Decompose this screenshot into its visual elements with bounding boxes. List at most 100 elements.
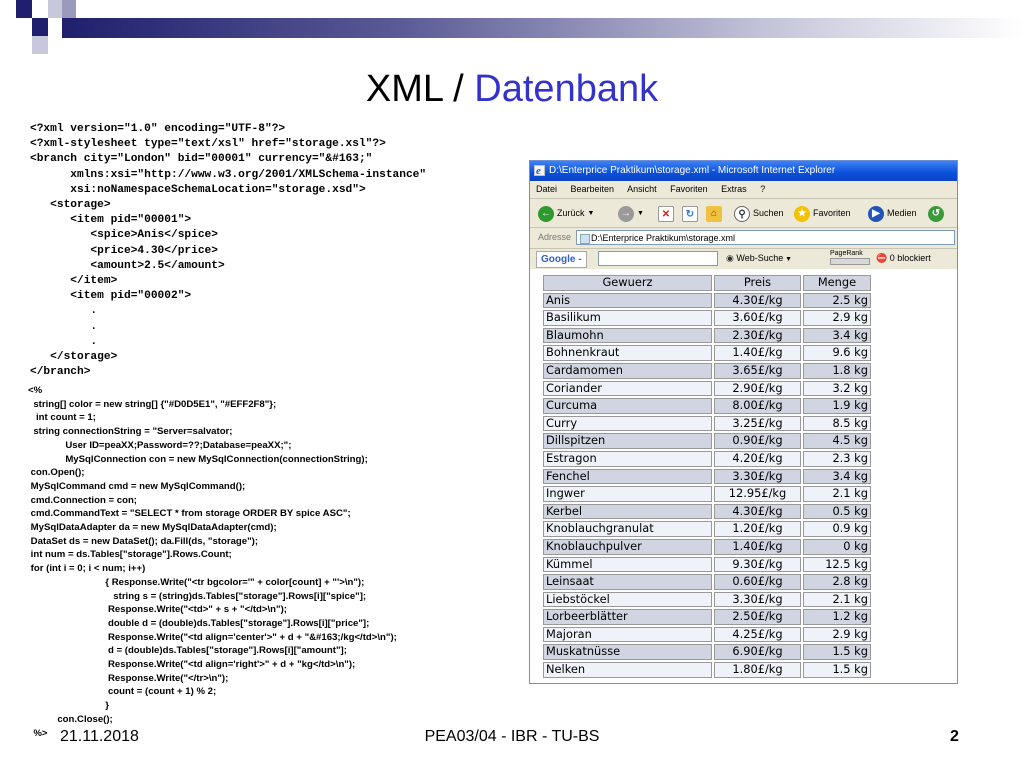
spice-cell: Lorbeerblätter: [543, 609, 712, 625]
amount-cell: 1.8 kg: [803, 362, 871, 379]
blocker-icon: ⛔: [876, 253, 888, 263]
column-header-preis: Preis: [714, 275, 801, 291]
spice-cell: Dillspitzen: [543, 433, 712, 449]
spice-cell: Leinsaat: [543, 574, 712, 590]
star-icon: ★: [794, 205, 810, 222]
decor-square: [16, 0, 32, 18]
table-row: Kerbel 4.30£/kg 0.5 kg: [543, 503, 871, 520]
table-row: Leinsaat 0.60£/kg 2.8 kg: [543, 574, 871, 590]
table-row: Bohnenkraut 1.40£/kg 9.6 kg: [543, 345, 871, 361]
column-header-gewuerz: Gewuerz: [543, 275, 712, 291]
google-logo[interactable]: Google -: [536, 251, 587, 268]
back-arrow-icon: ←: [538, 205, 554, 222]
home-icon: ⌂: [706, 205, 722, 222]
menu-item-extras[interactable]: Extras: [721, 184, 747, 194]
spice-cell: Curcuma: [543, 398, 712, 414]
amount-cell: 12.5 kg: [803, 556, 871, 573]
amount-cell: 3.4 kg: [803, 468, 871, 485]
window-title: D:\Enterprice Praktikum\storage.xml - Mi…: [549, 165, 836, 176]
menu-item-help[interactable]: ?: [760, 184, 765, 194]
menu-bar: Datei Bearbeiten Ansicht Favoriten Extra…: [530, 181, 957, 199]
spice-table: Gewuerz Preis Menge Anis 4.30£/kg 2.5 kg Ba…: [541, 273, 873, 680]
table-row: Blaumohn 2.30£/kg 3.4 kg: [543, 327, 871, 344]
forward-button[interactable]: → ▼: [618, 205, 644, 222]
spice-cell: Fenchel: [543, 468, 712, 485]
amount-cell: 3.4 kg: [803, 327, 871, 344]
search-label: Suchen: [753, 208, 784, 218]
stop-button[interactable]: ✕: [658, 205, 677, 222]
price-cell: 3.25£/kg: [714, 415, 801, 432]
price-cell: 8.00£/kg: [714, 398, 801, 414]
table-row: Fenchel 3.30£/kg 3.4 kg: [543, 468, 871, 485]
amount-cell: 9.6 kg: [803, 345, 871, 361]
address-bar: Adresse D:\Enterprice Praktikum\storage.…: [530, 228, 957, 249]
spice-cell: Ingwer: [543, 486, 712, 502]
table-row: Majoran 4.25£/kg 2.9 kg: [543, 626, 871, 643]
price-cell: 9.30£/kg: [714, 556, 801, 573]
price-cell: 3.30£/kg: [714, 591, 801, 608]
blocked-label: 0 blockiert: [889, 253, 931, 263]
table-row: Lorbeerblätter 2.50£/kg 1.2 kg: [543, 609, 871, 625]
amount-cell: 1.2 kg: [803, 609, 871, 625]
favorites-button[interactable]: ★ Favoriten: [794, 205, 851, 222]
table-row: Basilikum 3.60£/kg 2.9 kg: [543, 310, 871, 326]
spice-cell: Knoblauchgranulat: [543, 521, 712, 537]
decor-gradient-bar: [62, 18, 1024, 38]
pagerank-indicator: PageRank: [830, 250, 870, 268]
history-button[interactable]: ↺: [928, 205, 947, 222]
amount-cell: 1.5 kg: [803, 644, 871, 661]
table-row: Coriander 2.90£/kg 3.2 kg: [543, 380, 871, 397]
spice-cell: Kerbel: [543, 503, 712, 520]
menu-item-bearbeiten[interactable]: Bearbeiten: [571, 184, 615, 194]
web-search-label: Web-Suche: [736, 253, 784, 263]
window-titlebar: D:\Enterprice Praktikum\storage.xml - Mi…: [530, 161, 957, 181]
table-row: Estragon 4.20£/kg 2.3 kg: [543, 450, 871, 467]
amount-cell: 8.5 kg: [803, 415, 871, 432]
price-cell: 6.90£/kg: [714, 644, 801, 661]
price-cell: 4.25£/kg: [714, 626, 801, 643]
price-cell: 1.40£/kg: [714, 345, 801, 361]
media-button[interactable]: ▶ Medien: [868, 205, 917, 222]
spice-cell: Anis: [543, 292, 712, 309]
amount-cell: 4.5 kg: [803, 433, 871, 449]
table-header-row: Gewuerz Preis Menge: [543, 275, 871, 291]
popup-blocker[interactable]: ⛔ 0 blockiert: [876, 253, 931, 264]
price-cell: 4.20£/kg: [714, 450, 801, 467]
ie-icon: [534, 161, 545, 181]
google-toolbar: Google - ◉ Web-Suche ▼ PageRank ⛔ 0 bloc…: [530, 249, 957, 270]
web-search-button[interactable]: ◉ Web-Suche ▼: [726, 253, 792, 264]
google-search-input[interactable]: [598, 251, 718, 266]
slide-title: XML / Datenbank: [365, 68, 659, 110]
forward-arrow-icon: →: [618, 205, 634, 222]
table-row: Muskatnüsse 6.90£/kg 1.5 kg: [543, 644, 871, 661]
table-row: Knoblauchgranulat 1.20£/kg 0.9 kg: [543, 521, 871, 537]
price-cell: 3.65£/kg: [714, 362, 801, 379]
table-row: Liebstöckel 3.30£/kg 2.1 kg: [543, 591, 871, 608]
home-button[interactable]: ⌂: [706, 205, 725, 222]
page-number: 2: [950, 728, 959, 745]
address-input[interactable]: D:\Enterprice Praktikum\storage.xml: [576, 230, 955, 245]
menu-item-favoriten[interactable]: Favoriten: [670, 184, 708, 194]
amount-cell: 2.8 kg: [803, 574, 871, 590]
price-cell: 12.95£/kg: [714, 486, 801, 502]
stop-icon: ✕: [658, 205, 674, 222]
amount-cell: 0 kg: [803, 538, 871, 555]
amount-cell: 1.5 kg: [803, 662, 871, 678]
spice-cell: Bohnenkraut: [543, 345, 712, 361]
price-cell: 2.50£/kg: [714, 609, 801, 625]
menu-item-ansicht[interactable]: Ansicht: [627, 184, 657, 194]
menu-item-datei[interactable]: Datei: [536, 184, 557, 194]
media-label: Medien: [887, 208, 917, 218]
back-label: Zurück: [557, 208, 585, 218]
amount-cell: 1.9 kg: [803, 398, 871, 414]
back-button[interactable]: ← Zurück ▼: [538, 205, 594, 222]
refresh-button[interactable]: ↻: [682, 205, 701, 222]
search-icon: ⚲: [734, 205, 750, 222]
footer-center: PEA03/04 - IBR - TU-BS: [424, 728, 600, 745]
code-listing: <% string[] color = new string[] {"#D0D5…: [28, 385, 397, 739]
xml-listing: <?xml version="1.0" encoding="UTF-8"?> <…: [30, 123, 427, 379]
price-cell: 3.60£/kg: [714, 310, 801, 326]
chevron-down-icon: ▼: [587, 210, 595, 217]
search-button[interactable]: ⚲ Suchen: [734, 205, 784, 222]
price-cell: 4.30£/kg: [714, 503, 801, 520]
